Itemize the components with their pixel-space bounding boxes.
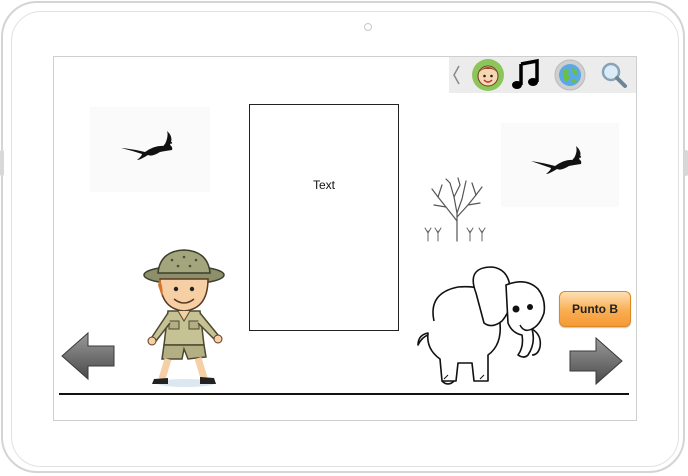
toolbar bbox=[449, 57, 636, 93]
ground-line bbox=[59, 393, 629, 395]
explorer-character bbox=[138, 245, 234, 390]
text-box[interactable]: Text bbox=[249, 104, 399, 331]
side-button bbox=[0, 150, 4, 176]
globe-icon[interactable] bbox=[553, 59, 587, 91]
side-button bbox=[684, 150, 688, 176]
child-face-icon[interactable] bbox=[471, 59, 505, 91]
magnifier-icon[interactable] bbox=[597, 59, 631, 91]
arrow-left-icon[interactable] bbox=[60, 331, 116, 381]
app-screen: Text Punto B bbox=[53, 56, 637, 421]
music-note-icon[interactable] bbox=[509, 58, 543, 91]
tree-image bbox=[424, 175, 490, 245]
camera-icon bbox=[364, 23, 372, 31]
punto-b-button[interactable]: Punto B bbox=[559, 291, 631, 327]
text-box-label: Text bbox=[312, 178, 335, 192]
bird-image bbox=[90, 107, 210, 192]
arrow-right-icon[interactable] bbox=[568, 336, 624, 386]
bird-image bbox=[501, 123, 619, 207]
elephant-image bbox=[414, 263, 552, 387]
chevron-left-icon[interactable] bbox=[449, 59, 463, 91]
